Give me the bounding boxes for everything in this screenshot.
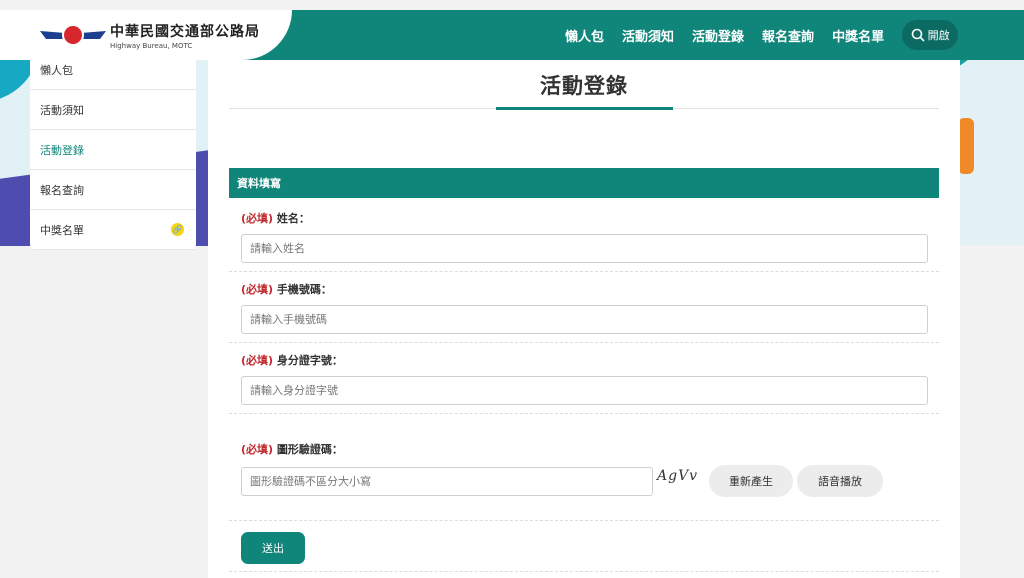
audio-captcha-button[interactable]: 語音播放 — [797, 465, 883, 497]
sidebar-item-label: 活動登錄 — [40, 143, 84, 157]
required-tag: (必填) — [241, 283, 274, 296]
nav-item-notice[interactable]: 活動須知 — [622, 26, 674, 45]
sidebar-item-query[interactable]: 報名查詢 — [30, 170, 196, 210]
search-icon — [911, 28, 925, 42]
link-icon: 🔗 — [171, 223, 184, 236]
nav-item-query[interactable]: 報名查詢 — [762, 26, 814, 45]
logo-subtitle: Highway Bureau, MOTC — [110, 41, 193, 50]
captcha-input[interactable] — [241, 466, 653, 496]
decorative-shape-orange — [958, 118, 974, 174]
id-field-group: (必填) 身分證字號： — [229, 352, 939, 414]
nav-item-register[interactable]: 活動登錄 — [692, 26, 744, 45]
field-label-text: 身分證字號： — [276, 354, 343, 367]
sidebar-item-label: 活動須知 — [40, 103, 84, 117]
form-bottom-divider — [229, 571, 939, 572]
id-number-input[interactable] — [241, 376, 928, 405]
field-label-text: 手機號碼： — [276, 283, 332, 296]
captcha-image: AgVv — [657, 468, 699, 484]
nav-item-guide[interactable]: 懶人包 — [565, 26, 604, 45]
sidebar-menu: 懶人包 活動須知 活動登錄 報名查詢 中獎名單 🔗 — [30, 50, 196, 250]
captcha-field-group: (必填) 圖形驗證碼： AgVv 重新產生 語音播放 — [229, 441, 939, 521]
required-tag: (必填) — [241, 354, 274, 367]
phone-field-label: (必填) 手機號碼： — [241, 281, 939, 297]
sidebar-item-notice[interactable]: 活動須知 — [30, 90, 196, 130]
captcha-row: AgVv 重新產生 語音播放 — [241, 465, 939, 497]
captcha-field-label: (必填) 圖形驗證碼： — [241, 441, 939, 457]
search-button-label: 開啟 — [927, 29, 950, 42]
section-header: 資料填寫 — [229, 168, 939, 198]
logo-title: 中華民國交通部公路局 — [110, 23, 260, 40]
phone-input[interactable] — [241, 305, 928, 334]
sidebar-item-guide[interactable]: 懶人包 — [30, 50, 196, 90]
search-button[interactable]: 開啟 — [902, 20, 959, 50]
page-title: 活動登錄 — [540, 74, 628, 98]
name-input[interactable] — [241, 234, 928, 263]
sidebar-item-label: 報名查詢 — [40, 183, 84, 197]
sidebar-item-register[interactable]: 活動登錄 — [30, 130, 196, 170]
name-field-group: (必填) 姓名： — [229, 210, 939, 272]
id-field-label: (必填) 身分證字號： — [241, 352, 939, 368]
field-label-text: 圖形驗證碼： — [276, 443, 343, 456]
main-content: 活動登錄 資料填寫 (必填) 姓名： (必填) 手機號碼： (必填) 身分證字號… — [208, 60, 960, 578]
field-label-text: 姓名： — [276, 212, 310, 225]
sidebar-item-winners[interactable]: 中獎名單 🔗 — [30, 210, 196, 250]
required-tag: (必填) — [241, 443, 274, 456]
name-field-label: (必填) 姓名： — [241, 210, 939, 226]
sidebar-item-label: 中獎名單 — [40, 223, 84, 237]
submit-button[interactable]: 送出 — [241, 532, 305, 564]
main-nav: 懶人包 活動須知 活動登錄 報名查詢 中獎名單 開啟 — [565, 10, 959, 60]
highway-bureau-logo-icon — [40, 23, 106, 47]
required-tag: (必填) — [241, 212, 274, 225]
sidebar-item-label: 懶人包 — [40, 63, 73, 77]
regenerate-captcha-button[interactable]: 重新產生 — [709, 465, 793, 497]
phone-field-group: (必填) 手機號碼： — [229, 281, 939, 343]
title-underline — [496, 107, 673, 110]
nav-item-winners[interactable]: 中獎名單 — [832, 26, 884, 45]
